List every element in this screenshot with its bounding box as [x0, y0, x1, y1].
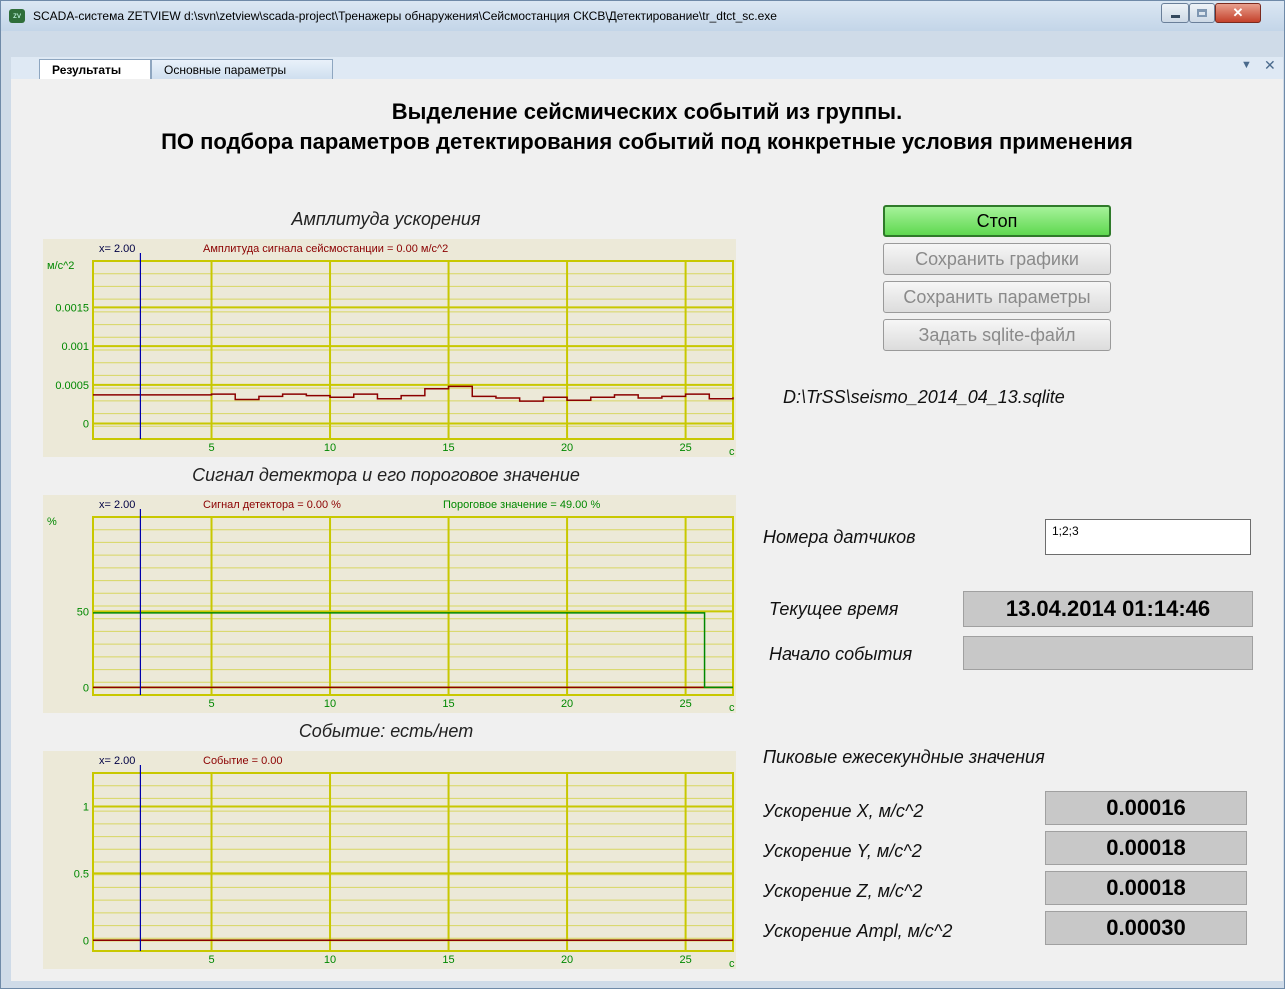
peak-x-label: Ускорение X, м/с^2: [763, 801, 924, 821]
event-start-label: Начало события: [769, 644, 913, 664]
cursor-value-label: x= 2.00: [99, 243, 135, 255]
y-tick-label: 0.0015: [55, 302, 89, 314]
tab-main-parameters[interactable]: Основные параметры: [151, 59, 333, 79]
y-tick-label: 0: [83, 935, 89, 947]
chart-background: [43, 495, 736, 713]
peak-values-title: Пиковые ежесекундные значения: [763, 747, 1045, 767]
results-panel: Выделение сейсмических событий из группы…: [11, 79, 1283, 981]
sensor-numbers-input[interactable]: 1;2;3: [1045, 519, 1251, 555]
save-parameters-button[interactable]: Сохранить параметры: [883, 281, 1111, 313]
maximize-button[interactable]: [1189, 3, 1215, 23]
acceleration-amplitude-chart[interactable]: 0 0.0005 0.001 0.0015 5 10 15 20 25 м/с^2 с x= 2.00…: [43, 239, 736, 457]
series-legend-label: Событие = 0.00: [203, 755, 283, 767]
page-title: Выделение сейсмических событий из группы…: [11, 97, 1283, 157]
series-legend-label: Пороговое значение = 49.00 %: [443, 499, 600, 511]
app-window: zv SCADA-система ZETVIEW d:\svn\zetview\…: [0, 0, 1285, 989]
x-axis-unit: с: [729, 446, 735, 457]
chart-title-event: Событие: есть/нет: [298, 721, 474, 741]
x-tick-label: 25: [679, 954, 691, 966]
window-title: SCADA-система ZETVIEW d:\svn\zetview\sca…: [33, 9, 777, 23]
series-legend-label: Амплитуда сигнала сейсмостанции = 0.00 м…: [203, 243, 448, 255]
event-flag-chart[interactable]: 00.515 10 15 20 25 сx= 2.00 Событие = 0.00: [43, 751, 736, 969]
peak-y-label: Ускорение Y, м/с^2: [763, 841, 922, 861]
detector-signal-chart[interactable]: 0 50 5 10 15 20 25% с x= 2.00 Сигнал детектора = …: [43, 495, 736, 713]
x-tick-label: 25: [679, 698, 691, 710]
tab-close-icon[interactable]: ✕: [1264, 57, 1276, 74]
peak-ampl-label: Ускорение Ampl, м/с^2: [763, 921, 953, 941]
peak-y-value: 0.00018: [1045, 831, 1247, 865]
x-tick-label: 10: [324, 698, 336, 710]
x-tick-label: 5: [208, 698, 214, 710]
x-tick-label: 20: [561, 954, 573, 966]
tab-results[interactable]: Результаты: [39, 59, 151, 79]
event-start-value: [963, 636, 1253, 670]
tab-list-dropdown-icon[interactable]: ▼: [1241, 59, 1252, 71]
y-tick-label: 0.5: [74, 868, 89, 880]
chart-title-acceleration: Амплитуда ускорения: [291, 209, 481, 229]
page-title-line-2: ПО подбора параметров детектирования соб…: [161, 129, 1133, 154]
minimize-icon: [1171, 15, 1180, 18]
current-time-value: 13.04.2014 01:14:46: [963, 591, 1253, 627]
peak-z-label: Ускорение Z, м/с^2: [763, 881, 923, 901]
maximize-icon: [1197, 9, 1207, 17]
y-tick-label: 0: [83, 682, 89, 694]
title-bar[interactable]: zv SCADA-система ZETVIEW d:\svn\zetview\…: [1, 1, 1284, 31]
x-tick-label: 15: [442, 442, 454, 454]
chart-background: [43, 751, 736, 969]
peak-ampl-value: 0.00030: [1045, 911, 1247, 945]
x-tick-label: 5: [208, 442, 214, 454]
x-tick-label: 15: [442, 954, 454, 966]
x-tick-label: 20: [561, 698, 573, 710]
current-time-label: Текущее время: [769, 599, 899, 619]
x-axis-unit: с: [729, 702, 735, 713]
peak-z-value: 0.00018: [1045, 871, 1247, 905]
page-title-line-1: Выделение сейсмических событий из группы…: [391, 99, 903, 124]
save-charts-button[interactable]: Сохранить графики: [883, 243, 1111, 275]
close-button[interactable]: ✕: [1215, 3, 1261, 23]
x-tick-label: 15: [442, 698, 454, 710]
x-axis-unit: с: [729, 958, 735, 969]
series-legend-label: Сигнал детектора = 0.00 %: [203, 499, 341, 511]
stop-button[interactable]: Стоп: [883, 205, 1111, 237]
x-tick-label: 20: [561, 442, 573, 454]
y-tick-label: 0: [83, 419, 89, 431]
x-tick-label: 10: [324, 442, 336, 454]
x-tick-label: 5: [208, 954, 214, 966]
zetview-app-icon: zv: [9, 9, 25, 23]
y-tick-label: 0.001: [61, 341, 89, 353]
sensor-numbers-label: Номера датчиков: [763, 527, 916, 547]
x-tick-label: 10: [324, 954, 336, 966]
sqlite-file-path: D:\TrSS\seismo_2014_04_13.sqlite: [783, 387, 1065, 407]
y-axis-unit: %: [47, 516, 57, 528]
cursor-value-label: x= 2.00: [99, 499, 135, 511]
x-tick-label: 25: [679, 442, 691, 454]
y-axis-unit: м/с^2: [47, 260, 74, 272]
peak-x-value: 0.00016: [1045, 791, 1247, 825]
close-icon: ✕: [1232, 5, 1244, 20]
cursor-value-label: x= 2.00: [99, 755, 135, 767]
y-tick-label: 1: [83, 801, 89, 813]
set-sqlite-file-button[interactable]: Задать sqlite-файл: [883, 319, 1111, 351]
y-tick-label: 0.0005: [55, 380, 89, 392]
y-tick-label: 50: [77, 606, 89, 618]
minimize-button[interactable]: [1161, 3, 1189, 23]
chart-title-detector: Сигнал детектора и его пороговое значени…: [192, 465, 580, 485]
